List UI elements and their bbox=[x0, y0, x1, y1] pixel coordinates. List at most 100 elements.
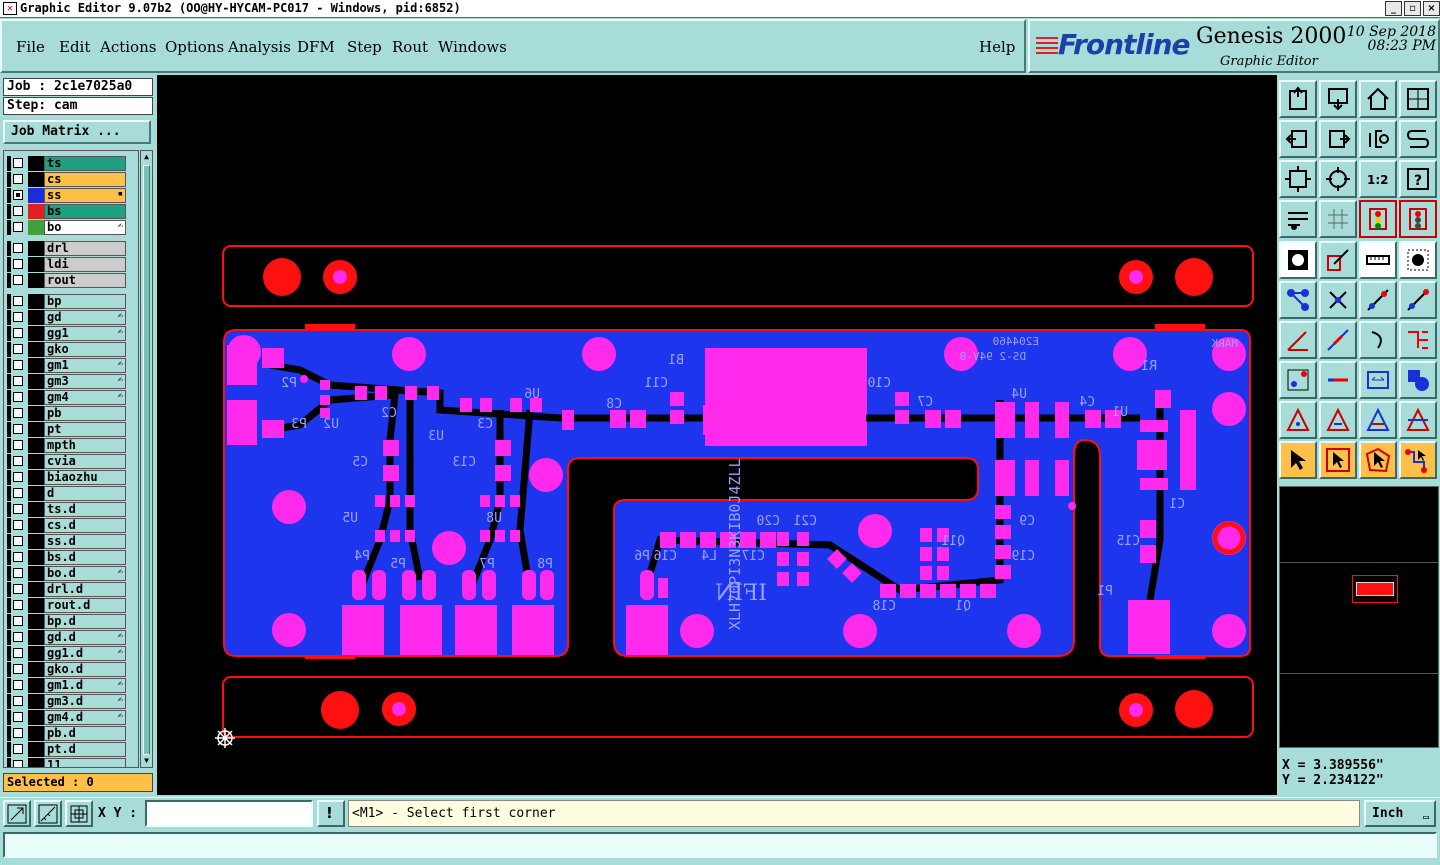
layer-name[interactable]: biaozhu bbox=[44, 470, 126, 485]
menu-file[interactable]: File bbox=[16, 38, 45, 56]
layer-color-swatch[interactable] bbox=[28, 470, 44, 485]
layer-color-swatch[interactable] bbox=[28, 678, 44, 693]
menu-options[interactable]: Options bbox=[165, 38, 224, 56]
layer-row-cs[interactable]: cs bbox=[7, 172, 126, 187]
layer-color-swatch[interactable] bbox=[28, 710, 44, 725]
layers-alt-button[interactable] bbox=[1399, 200, 1437, 238]
layer-row-pt-d[interactable]: pt.d bbox=[7, 742, 126, 757]
layer-color-swatch[interactable] bbox=[28, 156, 44, 171]
layer-name[interactable]: drl bbox=[44, 241, 126, 256]
zoom-center-button[interactable] bbox=[1319, 160, 1357, 198]
layer-name[interactable]: gm3 bbox=[44, 374, 126, 389]
grid-button[interactable] bbox=[65, 800, 93, 827]
layer-row-bs-d[interactable]: bs.d bbox=[7, 550, 126, 565]
layer-row-gm4[interactable]: gm4 ✍ bbox=[7, 390, 126, 405]
pad-button[interactable] bbox=[1279, 241, 1317, 279]
layer-checkbox[interactable] bbox=[13, 243, 23, 253]
layer-row-gm3[interactable]: gm3 ✍ bbox=[7, 374, 126, 389]
measure-box-button[interactable] bbox=[1359, 361, 1397, 399]
layer-name[interactable]: gd bbox=[44, 310, 126, 325]
layer-row-drl[interactable]: drl bbox=[7, 241, 126, 256]
layer-name[interactable]: 11 bbox=[44, 758, 126, 767]
layer-name[interactable]: bs bbox=[44, 204, 126, 219]
help-button[interactable]: ? bbox=[1399, 160, 1437, 198]
scale-button[interactable]: 1:2 bbox=[1359, 160, 1397, 198]
layer-row-gm1-d[interactable]: gm1.d ✍ bbox=[7, 678, 126, 693]
layer-color-swatch[interactable] bbox=[28, 358, 44, 373]
layer-color-swatch[interactable] bbox=[28, 630, 44, 645]
layer-scrollbar[interactable]: ▲ ▼ bbox=[140, 150, 153, 768]
window-button[interactable] bbox=[1399, 80, 1437, 118]
layer-checkbox[interactable] bbox=[13, 275, 23, 285]
layer-row-gd[interactable]: gd ✍ bbox=[7, 310, 126, 325]
menu-edit[interactable]: Edit bbox=[59, 38, 90, 56]
layer-color-swatch[interactable] bbox=[28, 374, 44, 389]
select-button[interactable] bbox=[1279, 441, 1317, 479]
layer-checkbox[interactable] bbox=[13, 259, 23, 269]
layer-name[interactable]: gm1 bbox=[44, 358, 126, 373]
layer-name[interactable]: pt bbox=[44, 422, 126, 437]
minimize-button[interactable]: _ bbox=[1385, 1, 1402, 16]
layer-color-swatch[interactable] bbox=[28, 454, 44, 469]
select-box-button[interactable] bbox=[1319, 441, 1357, 479]
layer-row-gm3-d[interactable]: gm3.d ✍ bbox=[7, 694, 126, 709]
layer-color-swatch[interactable] bbox=[28, 550, 44, 565]
layer-name[interactable]: gm4 bbox=[44, 390, 126, 405]
layer-color-swatch[interactable] bbox=[28, 486, 44, 501]
menu-actions[interactable]: Actions bbox=[100, 38, 156, 56]
layer-name[interactable]: d bbox=[44, 486, 126, 501]
layer-checkbox[interactable] bbox=[13, 206, 23, 216]
layer-color-swatch[interactable] bbox=[28, 758, 44, 767]
layer-row-rout-d[interactable]: rout.d bbox=[7, 598, 126, 613]
layer-color-swatch[interactable] bbox=[28, 310, 44, 325]
layer-checkbox[interactable] bbox=[13, 632, 23, 642]
command-field[interactable] bbox=[3, 832, 1437, 858]
close-button[interactable]: × bbox=[1423, 1, 1440, 16]
snap-button[interactable] bbox=[3, 800, 31, 827]
menu-analysis[interactable]: Analysis bbox=[228, 38, 291, 56]
layer-checkbox[interactable] bbox=[13, 680, 23, 690]
layer-row-ldi[interactable]: ldi bbox=[7, 257, 126, 272]
layer-row-pb-d[interactable]: pb.d bbox=[7, 726, 126, 741]
layer-row-bo[interactable]: bo ✍ bbox=[7, 220, 126, 235]
layer-row-pt[interactable]: pt bbox=[7, 422, 126, 437]
overview-minimap[interactable] bbox=[1279, 486, 1439, 748]
point-node-button[interactable] bbox=[1279, 361, 1317, 399]
exclaim-button[interactable]: ! bbox=[317, 800, 345, 827]
scroll-thumb[interactable] bbox=[143, 165, 150, 755]
layer-checkbox[interactable] bbox=[13, 552, 23, 562]
layer-checkbox[interactable] bbox=[13, 616, 23, 626]
layer-row-gg1-d[interactable]: gg1.d ✍ bbox=[7, 646, 126, 661]
layer-checkbox[interactable] bbox=[13, 328, 23, 338]
draw-button[interactable] bbox=[1319, 241, 1357, 279]
layer-color-swatch[interactable] bbox=[28, 662, 44, 677]
layer-checkbox[interactable] bbox=[13, 344, 23, 354]
angle-button[interactable] bbox=[1279, 321, 1317, 359]
layer-color-swatch[interactable] bbox=[28, 614, 44, 629]
layer-row-gg1[interactable]: gg1 ✍ bbox=[7, 326, 126, 341]
open-step-button[interactable] bbox=[1279, 80, 1317, 118]
layer-row-ss[interactable]: ss ▪ bbox=[7, 188, 126, 203]
layer-row-gko-d[interactable]: gko.d bbox=[7, 662, 126, 677]
layer-color-swatch[interactable] bbox=[28, 742, 44, 757]
layer-name[interactable]: gg1.d bbox=[44, 646, 126, 661]
layer-row-rout[interactable]: rout bbox=[7, 273, 126, 288]
layer-row-bo-d[interactable]: bo.d ✍ bbox=[7, 566, 126, 581]
triangle-button[interactable] bbox=[1279, 401, 1317, 439]
circle-button[interactable] bbox=[1399, 241, 1437, 279]
layer-row-gm1[interactable]: gm1 ✍ bbox=[7, 358, 126, 373]
layer-name[interactable]: ss.d bbox=[44, 534, 126, 549]
layer-name[interactable]: gg1 bbox=[44, 326, 126, 341]
layer-name[interactable]: gm4.d bbox=[44, 710, 126, 725]
cross-button[interactable] bbox=[1319, 281, 1357, 319]
pcb-view[interactable]: B1 C11 C8 C10 C7 U4 C4 R1 U1 MARK E20446… bbox=[157, 75, 1277, 795]
layer-row-bp[interactable]: bp bbox=[7, 294, 126, 309]
menu-rout[interactable]: Rout bbox=[392, 38, 428, 56]
layer-name[interactable]: pt.d bbox=[44, 742, 126, 757]
maximize-button[interactable]: ▫ bbox=[1404, 1, 1421, 16]
layer-checkbox[interactable] bbox=[13, 536, 23, 546]
layer-checkbox[interactable] bbox=[13, 664, 23, 674]
layer-color-swatch[interactable] bbox=[28, 342, 44, 357]
layer-checkbox[interactable] bbox=[13, 296, 23, 306]
slope-button[interactable] bbox=[1319, 321, 1357, 359]
